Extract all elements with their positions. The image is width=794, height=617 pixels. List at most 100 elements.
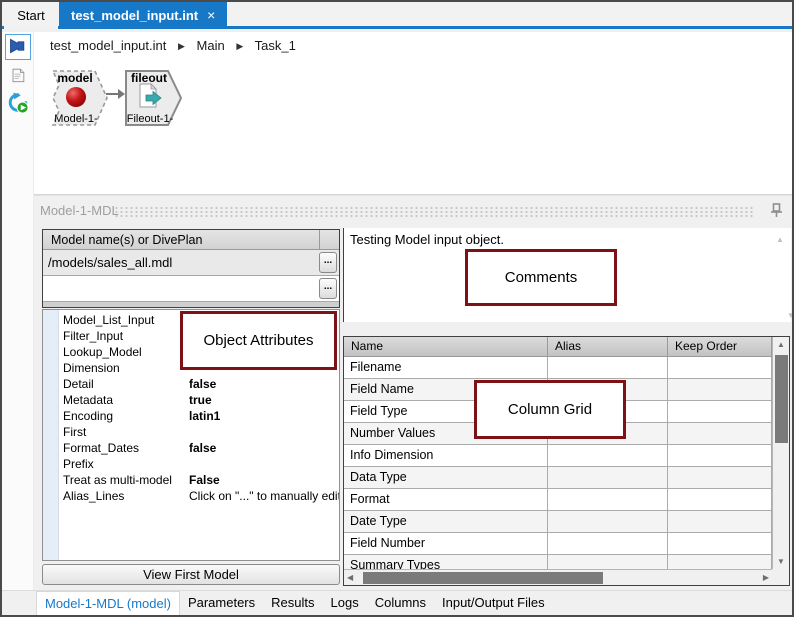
tab-model-1-mdl[interactable]: Model-1-MDL (model) xyxy=(36,591,180,615)
model-path-value[interactable]: /models/sales_all.mdl xyxy=(48,250,172,275)
column-header-keep-order[interactable]: Keep Order xyxy=(668,337,772,357)
cell-alias[interactable] xyxy=(548,357,668,379)
attribute-row-header-strip xyxy=(43,310,59,560)
scroll-up-icon[interactable]: ▲ xyxy=(777,340,785,349)
attribute-row[interactable]: Alias_Lines Click on "..." to manually e… xyxy=(60,488,339,504)
tab-input-output-files[interactable]: Input/Output Files xyxy=(434,591,553,615)
run-history-icon xyxy=(7,91,29,117)
attribute-label: Lookup_Model xyxy=(63,345,142,359)
node-instance-label: Model-1- xyxy=(54,113,98,125)
cell-keep-order[interactable] xyxy=(668,423,772,445)
tab-parameters[interactable]: Parameters xyxy=(180,591,263,615)
scroll-left-icon[interactable]: ◀ xyxy=(347,573,353,582)
attribute-row[interactable]: Detail false xyxy=(60,376,339,392)
attribute-value[interactable]: latin1 xyxy=(189,408,220,424)
vertical-scrollbar[interactable]: ▲ ▼ xyxy=(772,337,789,569)
run-history-tool-button[interactable] xyxy=(6,91,30,117)
attribute-label: Alias_Lines xyxy=(63,489,125,503)
column-header-name[interactable]: Name xyxy=(344,337,548,357)
scroll-down-icon[interactable]: ▼ xyxy=(777,557,785,566)
horizontal-scrollbar[interactable]: ◀ ▶ xyxy=(344,569,772,585)
view-first-model-button[interactable]: View First Model xyxy=(42,564,340,585)
attribute-value[interactable]: False xyxy=(189,472,220,488)
cell-alias[interactable] xyxy=(548,511,668,533)
table-row[interactable]: Date Type xyxy=(344,511,772,533)
cell-keep-order[interactable] xyxy=(668,555,772,569)
table-row[interactable]: Field Number xyxy=(344,533,772,555)
cell-alias[interactable] xyxy=(548,467,668,489)
tab-start[interactable]: Start xyxy=(4,2,58,29)
attribute-value[interactable]: true xyxy=(189,392,212,408)
attribute-label: Encoding xyxy=(63,409,114,423)
cell-keep-order[interactable] xyxy=(668,489,772,511)
attribute-value[interactable]: Click on "..." to manually edit the xyxy=(189,488,339,504)
funnel-icon xyxy=(8,36,28,59)
attribute-label: Dimension xyxy=(63,361,120,375)
cell-alias[interactable] xyxy=(548,555,668,569)
node-fileout[interactable]: fileout Fileout-1- xyxy=(124,70,183,126)
flow-canvas[interactable]: model Model-1- fileout Fileout-1- xyxy=(34,59,792,195)
horizontal-scroll-thumb[interactable] xyxy=(363,572,603,584)
model-path-row-empty[interactable]: ... xyxy=(43,276,339,302)
cell-keep-order[interactable] xyxy=(668,357,772,379)
cell-name[interactable]: Summary Types xyxy=(344,555,548,569)
tab-logs[interactable]: Logs xyxy=(323,591,367,615)
model-path-row[interactable]: /models/sales_all.mdl ... xyxy=(43,250,339,276)
cell-keep-order[interactable] xyxy=(668,445,772,467)
cell-name[interactable]: Date Type xyxy=(344,511,548,533)
attribute-row[interactable]: First xyxy=(60,424,339,440)
attribute-row[interactable]: Treat as multi-model False xyxy=(60,472,339,488)
breadcrumb: test_model_input.int ▶ Main ▶ Task_1 xyxy=(34,32,792,60)
cell-keep-order[interactable] xyxy=(668,533,772,555)
pin-icon[interactable] xyxy=(771,203,782,221)
column-grid-header: Name Alias Keep Order xyxy=(344,337,772,357)
tab-results[interactable]: Results xyxy=(263,591,322,615)
table-row[interactable]: Filename xyxy=(344,357,772,379)
attribute-value[interactable]: false xyxy=(189,376,216,392)
attribute-label: Detail xyxy=(63,377,94,391)
production-tool-button[interactable] xyxy=(5,34,31,60)
breadcrumb-item-main[interactable]: Main xyxy=(197,38,225,53)
node-model[interactable]: model Model-1- xyxy=(50,70,108,126)
breadcrumb-item-file[interactable]: test_model_input.int xyxy=(50,38,166,53)
cell-keep-order[interactable] xyxy=(668,401,772,423)
cell-name[interactable]: Field Number xyxy=(344,533,548,555)
browse-button[interactable]: ... xyxy=(319,278,337,299)
tab-test-model-input[interactable]: test_model_input.int × xyxy=(59,2,228,29)
cell-keep-order[interactable] xyxy=(668,467,772,489)
attribute-row[interactable]: Encoding latin1 xyxy=(60,408,339,424)
cell-alias[interactable] xyxy=(548,445,668,467)
cell-name[interactable]: Filename xyxy=(344,357,548,379)
column-header-alias[interactable]: Alias xyxy=(548,337,668,357)
attribute-row[interactable]: Metadata true xyxy=(60,392,339,408)
table-row[interactable]: Summary Types xyxy=(344,555,772,569)
cell-alias[interactable] xyxy=(548,489,668,511)
close-icon[interactable]: × xyxy=(207,7,215,23)
table-row[interactable]: Data Type xyxy=(344,467,772,489)
cell-keep-order[interactable] xyxy=(668,379,772,401)
scroll-down-icon[interactable]: ▼ xyxy=(784,311,792,320)
left-toolbar xyxy=(2,32,34,615)
table-row[interactable]: Format xyxy=(344,489,772,511)
cell-name[interactable]: Data Type xyxy=(344,467,548,489)
panel-header: Model-1-MDL xyxy=(34,195,792,224)
tab-columns[interactable]: Columns xyxy=(367,591,434,615)
vertical-scroll-thumb[interactable] xyxy=(775,355,788,443)
cell-alias[interactable] xyxy=(548,533,668,555)
annotation-comments: Comments xyxy=(465,249,617,306)
annotation-label: Column Grid xyxy=(507,401,593,418)
table-row[interactable]: Info Dimension xyxy=(344,445,772,467)
scroll-up-icon[interactable]: ▲ xyxy=(776,235,784,244)
script-tool-button[interactable] xyxy=(6,64,30,88)
attribute-row[interactable]: Format_Dates false xyxy=(60,440,339,456)
scroll-right-icon[interactable]: ▶ xyxy=(763,573,769,582)
cell-keep-order[interactable] xyxy=(668,511,772,533)
comments-scrollbar[interactable]: ▲ ▼ xyxy=(776,230,792,320)
cell-name[interactable]: Info Dimension xyxy=(344,445,548,467)
breadcrumb-item-task[interactable]: Task_1 xyxy=(255,38,296,53)
browse-button[interactable]: ... xyxy=(319,252,337,273)
model-grid-header: Model name(s) or DivePlan xyxy=(43,230,339,250)
cell-name[interactable]: Format xyxy=(344,489,548,511)
attribute-value[interactable]: false xyxy=(189,440,216,456)
attribute-row[interactable]: Prefix xyxy=(60,456,339,472)
